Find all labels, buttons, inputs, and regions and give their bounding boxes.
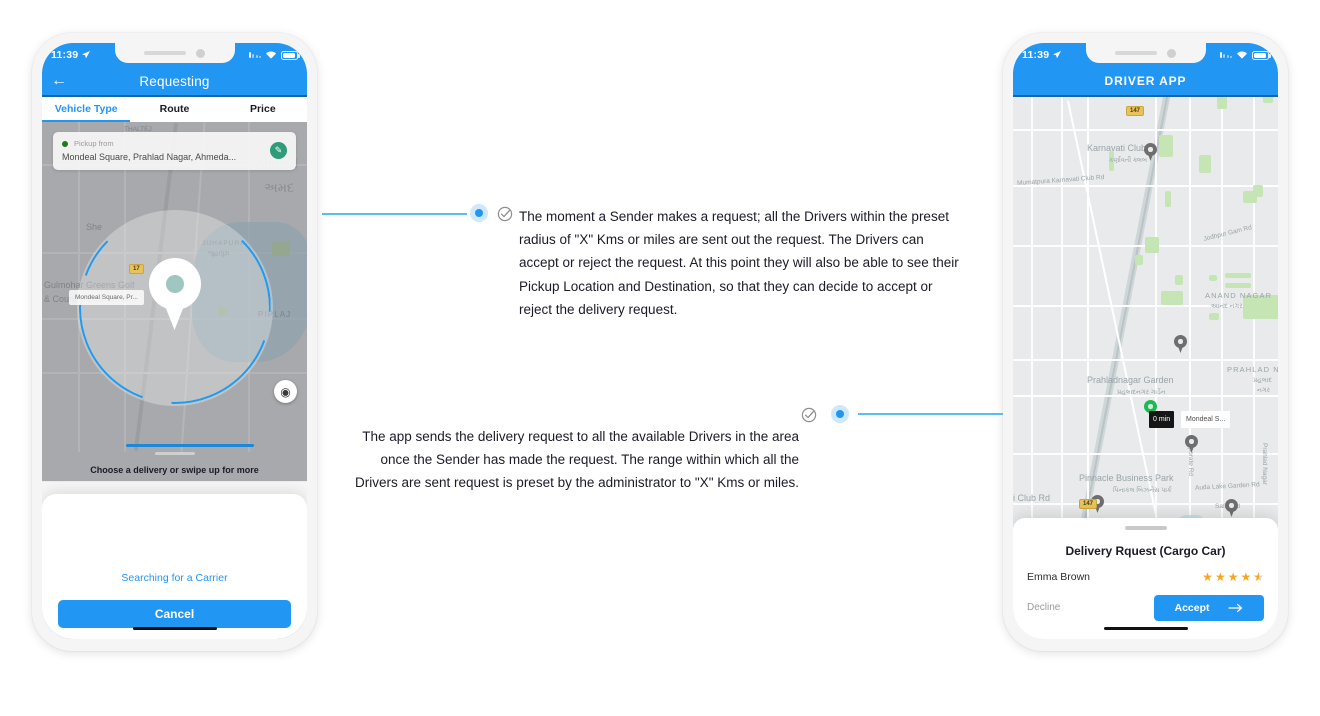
signal-bars-icon: [1219, 52, 1232, 58]
map-label: કર્ણાવતી ક્લબ: [1109, 157, 1148, 164]
annotation-bullet-bottom: [831, 405, 849, 423]
check-circle-icon: [801, 407, 817, 423]
map-label: પિનાકલ બિઝનેસ પાર્ક: [1113, 487, 1172, 494]
star-icon: ★: [1202, 569, 1213, 584]
search-status-label: Searching for a Carrier: [121, 572, 228, 584]
map-label: Auda Lake Garden Rd: [1194, 481, 1260, 492]
map-label: આનંદ નગર: [1211, 303, 1243, 310]
wifi-icon: [1237, 51, 1247, 59]
crosshair-icon[interactable]: ◉: [274, 380, 297, 403]
map-pin[interactable]: [1225, 499, 1238, 518]
star-icon: ★: [1227, 569, 1239, 584]
phone-notch: [114, 43, 235, 63]
map-label: Prahladnagar Garden: [1087, 375, 1174, 385]
connector-line-top: [322, 213, 467, 215]
driver-request-sheet: Delivery Rquest (Cargo Car) Emma Brown ★…: [1013, 518, 1278, 639]
home-indicator: [1103, 626, 1188, 630]
sender-page-title: Requesting: [139, 73, 210, 89]
star-half-icon: ★: [1253, 571, 1264, 583]
pickup-label: Pickup from: [74, 139, 114, 148]
eta-destination-label: Mondeal S...: [1181, 411, 1231, 428]
customer-name: Emma Brown: [1027, 570, 1091, 583]
map-label: PRAHLAD NA: [1227, 365, 1278, 374]
map-label: પ્રહલાદ: [1253, 377, 1272, 384]
pickup-from-card[interactable]: Pickup from Mondeal Square, Prahlad Naga…: [53, 132, 296, 170]
rating-stars: ★ ★ ★ ★ ★: [1202, 571, 1264, 583]
sender-phone-screen: 11:39 ← Requesting Vehicle Type Route Pr…: [42, 43, 307, 639]
infographic-canvas: 11:39 ← Requesting Vehicle Type Route Pr…: [0, 0, 1320, 716]
annotation-text-top: The moment a Sender makes a request; all…: [519, 209, 959, 317]
map-label: Pinnacle Business Park: [1079, 473, 1174, 483]
tab-route[interactable]: Route: [130, 95, 218, 122]
check-circle-icon: [497, 206, 513, 222]
annotation-text-bottom: The app sends the delivery request to al…: [355, 429, 799, 491]
driver-status-time: 11:39: [1022, 49, 1050, 61]
annotation-bullet-top: [470, 204, 488, 222]
driver-app-bar: DRIVER APP: [1013, 67, 1278, 97]
phone-notch: [1085, 43, 1206, 63]
sender-tab-bar: Vehicle Type Route Price: [42, 95, 307, 122]
swipe-hint-label: Choose a delivery or swipe up for more: [90, 465, 259, 475]
highway-shield: 147: [1079, 499, 1098, 509]
eta-minutes-badge: 0 min: [1149, 411, 1175, 428]
cancel-button[interactable]: Cancel: [58, 600, 291, 628]
map-label: નગર: [1257, 387, 1270, 394]
map-label: Prahlad Nagar: [1261, 443, 1268, 485]
swipe-progress-bar: [42, 444, 307, 455]
star-icon: ★: [1214, 569, 1226, 584]
location-arrow-icon: [1053, 51, 1062, 59]
pencil-icon[interactable]: ✎: [270, 142, 287, 159]
driver-page-title: DRIVER APP: [1104, 74, 1187, 88]
sender-app-bar: ← Requesting: [42, 67, 307, 97]
map-pin[interactable]: [1174, 335, 1187, 354]
arrow-right-icon: [1227, 603, 1242, 612]
battery-icon: [1252, 50, 1271, 60]
map-label: ANAND NAGAR: [1205, 291, 1273, 300]
pickup-dot-icon: [62, 140, 68, 147]
highway-shield: 147: [1126, 106, 1145, 116]
connector-line-bottom: [858, 413, 1003, 415]
driver-phone-screen: 11:39 DRIVER APP Karnavati Club કર્ણાવતી…: [1013, 43, 1278, 639]
map-pickup-tooltip: Mondeal Square, Pr...: [69, 290, 144, 305]
battery-icon: [281, 50, 300, 60]
map-pin[interactable]: [1185, 435, 1198, 454]
sender-phone-mockup: 11:39 ← Requesting Vehicle Type Route Pr…: [32, 33, 317, 651]
request-title: Delivery Rquest (Cargo Car): [1065, 543, 1226, 558]
map-label: Karnavati Club: [1087, 143, 1147, 153]
accept-button[interactable]: Accept: [1154, 594, 1264, 621]
accept-label: Accept: [1174, 601, 1210, 614]
map-pin[interactable]: [1144, 143, 1157, 162]
back-arrow-icon[interactable]: ←: [42, 73, 76, 89]
location-arrow-icon: [82, 51, 91, 59]
sender-bottom-sheet: Searching for a Carrier Cancel: [42, 494, 307, 639]
highway-shield: 17: [129, 264, 144, 274]
home-indicator: [132, 626, 217, 630]
pickup-location-pin-icon: [148, 258, 201, 330]
map-label: Jodhpur Gam Rd: [1202, 224, 1253, 243]
tab-vehicle-type[interactable]: Vehicle Type: [42, 95, 131, 122]
wifi-icon: [266, 51, 276, 59]
sheet-grab-handle[interactable]: [1124, 526, 1167, 530]
driver-phone-mockup: 11:39 DRIVER APP Karnavati Club કર્ણાવતી…: [1003, 33, 1288, 651]
map-label: i Club Rd: [1013, 493, 1051, 503]
tab-price[interactable]: Price: [219, 95, 307, 122]
star-icon: ★: [1240, 569, 1252, 584]
decline-button[interactable]: Decline: [1027, 602, 1060, 613]
signal-bars-icon: [248, 52, 261, 58]
sender-status-time: 11:39: [51, 49, 79, 61]
pickup-address: Mondeal Square, Prahlad Nagar, Ahmeda...: [62, 152, 237, 162]
map-label: પ્રહલાદનગર ગાર્ડન: [1117, 389, 1166, 396]
